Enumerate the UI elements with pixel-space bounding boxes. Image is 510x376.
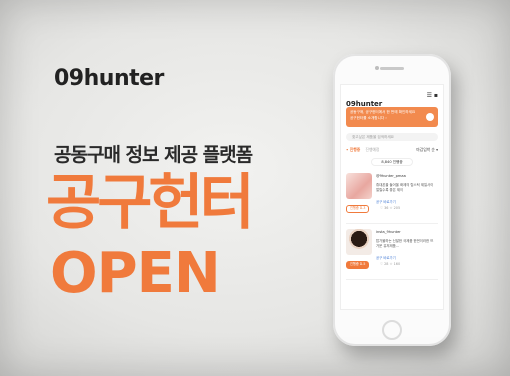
card-description: 휴대폰을 들어올 화제의 립스틱 제일사이 얼릴수록 좋은 제이 <box>376 183 434 192</box>
sort-dropdown[interactable]: 마감임박 순 ▾ <box>416 146 438 154</box>
app-screen: 09hunter ☰ ▪ 공동구매, 공구헌터에서 한 번에 확인하세요 공구헌… <box>340 84 444 310</box>
card-link[interactable]: 공구 바로가기 <box>376 199 396 204</box>
speaker-grille <box>380 67 404 70</box>
headline-title: 공구헌터 <box>46 168 255 238</box>
card-user: @9hunter_pmaa <box>376 174 406 178</box>
list-item[interactable]: insta_9hunter 탑가볼하는 신발한 국제품 한번이러한 뜨거운 유저… <box>346 227 438 280</box>
product-thumbnail <box>346 173 372 199</box>
banner-cta[interactable]: 공구헌터를 소개합니다 › <box>350 116 387 121</box>
card-link[interactable]: 공구 바로가기 <box>376 255 396 260</box>
open-text: OPEN <box>50 241 221 306</box>
brand-logo: 09hunter <box>54 66 164 91</box>
card-description: 탑가볼하는 신발한 국제품 한번이러한 뜨거운 유저제품... <box>376 239 434 248</box>
filter-tabs: • 진행중 진행예정 마감임박 순 ▾ <box>346 146 438 154</box>
promo-banner: 09hunter 공동구매 정보 제공 플랫폼 공구헌터 OPEN 09hunt… <box>0 0 510 376</box>
character-icon <box>426 113 434 121</box>
tab-ongoing[interactable]: • 진행중 <box>346 147 360 152</box>
card-user: insta_9hunter <box>376 230 401 234</box>
home-button <box>382 320 402 340</box>
camera-icon <box>375 66 379 70</box>
count-badge: 8,840 진행중 <box>371 158 413 166</box>
card-meta: ♡ 28 ☆ 160 <box>380 262 401 266</box>
status-tag: 진행중 D-3 <box>346 205 370 213</box>
search-input[interactable]: 찾고싶은 제품을 검색하세요 <box>346 133 438 141</box>
tab-upcoming[interactable]: 진행예정 <box>365 147 379 152</box>
status-tag: 진행중 D-5 <box>346 261 370 269</box>
intro-banner[interactable]: 공동구매, 공구헌터에서 한 번에 확인하세요 공구헌터를 소개합니다 › <box>346 107 438 127</box>
app-header: 09hunter ☰ ▪ <box>346 91 438 108</box>
menu-icon[interactable]: ☰ ▪ <box>427 92 438 99</box>
card-meta: ♡ 36 ☆ 205 <box>380 206 401 210</box>
list-item[interactable]: @9hunter_pmaa 휴대폰을 들어올 화제의 립스틱 제일사이 얼릴수록… <box>346 171 438 224</box>
banner-text: 공동구매, 공구헌터에서 한 번에 확인하세요 <box>350 110 416 114</box>
profile-thumbnail <box>346 229 372 255</box>
tagline: 공동구매 정보 제공 플랫폼 <box>54 144 253 166</box>
phone-mockup: 09hunter ☰ ▪ 공동구매, 공구헌터에서 한 번에 확인하세요 공구헌… <box>333 54 451 346</box>
